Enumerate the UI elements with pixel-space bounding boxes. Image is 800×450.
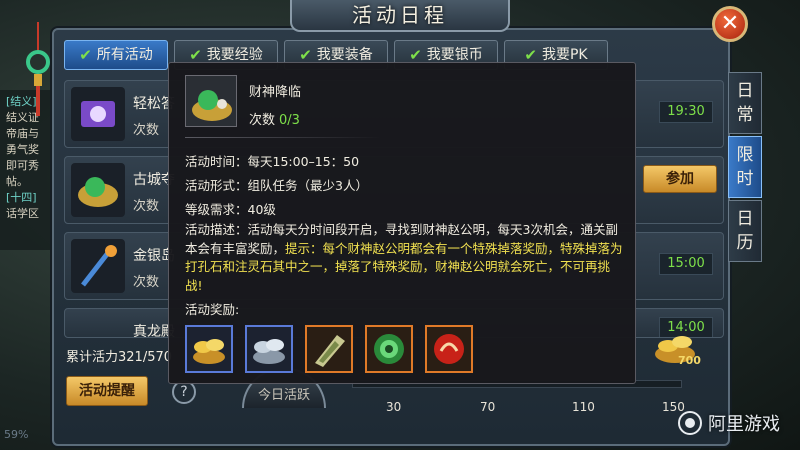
side-tab-calendar[interactable]: 日历 [728, 200, 762, 262]
treasure-value: 700 [678, 354, 701, 367]
vitality-label: 累计活力321/570 [66, 350, 173, 365]
divider [185, 137, 381, 138]
staff-icon [71, 239, 125, 293]
tab-all-activities[interactable]: ✔ 所有活动 [64, 40, 168, 70]
page-title: 活动日程 [290, 0, 510, 32]
watermark-text: 阿里游戏 [708, 414, 780, 435]
join-button[interactable]: 参加 [643, 165, 717, 193]
activity-time: 19:30 [659, 101, 713, 123]
popup-count: 次数 0/3 [249, 113, 300, 128]
treasure-icon [185, 75, 237, 127]
treasure-icon [71, 163, 125, 217]
reward-list [185, 325, 473, 373]
aligames-logo-icon [678, 411, 702, 435]
hole-stone-icon[interactable] [305, 325, 353, 373]
silver-coins-icon[interactable] [245, 325, 293, 373]
gold-coins-icon[interactable] [185, 325, 233, 373]
popup-rewards-label: 活动奖励: [185, 302, 240, 317]
side-tab-limited[interactable]: 限时 [728, 136, 762, 198]
popup-activity-name: 财神降临 [249, 85, 302, 100]
milestone-label: 30 [386, 400, 402, 414]
activity-count-label: 次数 [133, 199, 160, 214]
activity-count-label: 次数 [133, 275, 160, 290]
watermark: 阿里游戏 [678, 410, 780, 436]
close-icon: ✕ [720, 11, 740, 36]
side-tabs: 日常 限时 日历 [728, 72, 762, 264]
popup-form: 活动形式：组队任务（最少3人） [185, 178, 368, 193]
milestone-label: 70 [480, 400, 496, 414]
milestone-label: 110 [572, 400, 595, 414]
red-orb-icon[interactable] [425, 325, 473, 373]
side-tab-daily[interactable]: 日常 [728, 72, 762, 134]
activity-time: 15:00 [659, 253, 713, 275]
jade-orb-icon[interactable] [365, 325, 413, 373]
check-icon: ✔ [79, 46, 92, 64]
percent-text: 59% [4, 428, 29, 441]
activity-remind-button[interactable]: 活动提醒 [66, 376, 148, 406]
popup-description: 活动描述：活动每天分时间段开启，寻找到财神赵公明，每天3次机会，通关副本会有丰富… [185, 222, 623, 293]
popup-time: 活动时间：每天15:00–15：50 [185, 154, 360, 169]
popup-level: 等级需求：40级 [185, 202, 276, 217]
book-icon [71, 87, 125, 141]
close-button[interactable]: ✕ [712, 6, 748, 42]
activity-detail-popup: 财神降临 次数 0/3 活动时间：每天15:00–15：50 活动形式：组队任务（… [168, 62, 636, 384]
activity-count-label: 次数 [133, 123, 160, 138]
